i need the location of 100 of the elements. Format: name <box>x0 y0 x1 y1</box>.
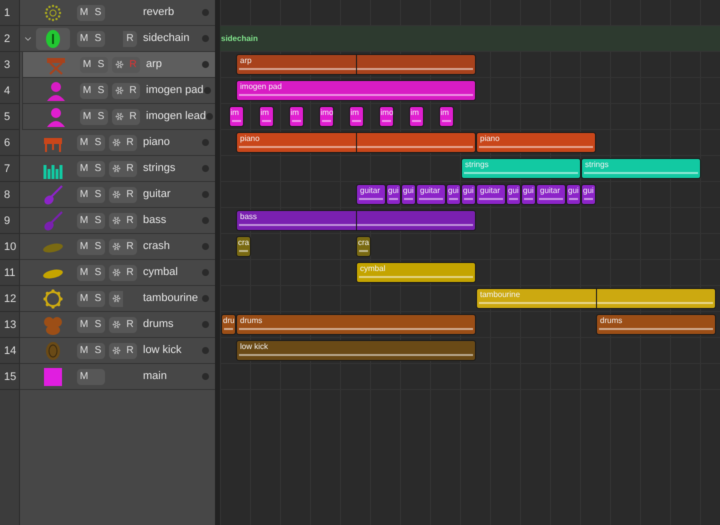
region[interactable]: drums <box>236 314 476 335</box>
region[interactable]: drums <box>596 314 716 335</box>
solo-button[interactable]: S <box>94 56 108 72</box>
region[interactable]: gui <box>446 184 461 205</box>
record-button[interactable]: R <box>123 316 137 332</box>
snowflake-icon <box>112 346 120 355</box>
region[interactable]: gui <box>461 184 476 205</box>
freeze-button[interactable] <box>109 212 123 228</box>
region[interactable]: gui <box>521 184 536 205</box>
freeze-button[interactable] <box>109 264 123 280</box>
record-button[interactable]: R <box>123 134 137 150</box>
mute-button[interactable]: M <box>77 4 91 20</box>
record-button[interactable]: R <box>126 82 140 98</box>
region[interactable]: im <box>348 106 364 127</box>
track-header[interactable]: M S R sidechain <box>20 26 215 52</box>
region[interactable]: im <box>408 106 424 127</box>
region[interactable]: low kick <box>236 340 476 361</box>
freeze-button[interactable] <box>109 238 123 254</box>
record-button[interactable]: R <box>123 186 137 202</box>
region[interactable]: gui <box>506 184 521 205</box>
region-label: strings <box>585 160 609 170</box>
region[interactable]: im <box>438 106 454 127</box>
mute-button[interactable]: M <box>80 56 94 72</box>
region-label: low kick <box>240 342 268 352</box>
region[interactable]: gui <box>581 184 596 205</box>
solo-button[interactable]: S <box>91 4 105 20</box>
solo-button[interactable]: S <box>91 316 105 332</box>
record-button[interactable]: R <box>123 342 137 358</box>
track-number: 13 <box>0 312 20 338</box>
freeze-button[interactable] <box>109 342 123 358</box>
record-button[interactable]: R <box>123 30 137 46</box>
region[interactable]: guitar <box>476 184 506 205</box>
mute-button[interactable]: M <box>77 264 91 280</box>
mute-button[interactable]: M <box>77 316 91 332</box>
region-label: gui <box>523 186 534 196</box>
solo-button[interactable]: S <box>91 30 105 46</box>
region[interactable]: arp <box>236 54 476 75</box>
mute-button[interactable]: M <box>77 30 91 46</box>
region-label: im <box>260 108 269 118</box>
solo-button[interactable]: S <box>91 238 105 254</box>
region-label: arp <box>240 56 252 66</box>
mute-button[interactable]: M <box>77 238 91 254</box>
mute-button[interactable]: M <box>77 212 91 228</box>
track-number: 2 <box>0 26 20 52</box>
region[interactable]: piano <box>236 132 476 153</box>
track-header[interactable]: M S R imogen pad <box>22 78 216 104</box>
record-button[interactable]: R <box>123 238 137 254</box>
region[interactable]: gui <box>386 184 401 205</box>
track-header[interactable]: M S R guitar <box>20 182 215 208</box>
region[interactable]: gui <box>566 184 581 205</box>
record-button[interactable]: R <box>123 264 137 280</box>
region[interactable]: imogen pad <box>236 80 476 101</box>
region[interactable]: gui <box>401 184 416 205</box>
solo-button[interactable]: S <box>91 186 105 202</box>
region[interactable]: piano <box>476 132 596 153</box>
region-label: gui <box>568 186 579 196</box>
region-label: bass <box>240 212 257 222</box>
solo-button[interactable]: S <box>91 212 105 228</box>
track-header[interactable]: M S tambourine <box>20 286 215 312</box>
track-header[interactable]: M S R bass <box>20 208 215 234</box>
freeze-button[interactable] <box>109 290 123 306</box>
freeze-button[interactable] <box>112 82 126 98</box>
freeze-button[interactable] <box>109 160 123 176</box>
region-label: gui <box>508 186 519 196</box>
region[interactable]: im <box>258 106 274 127</box>
mute-button[interactable]: M <box>77 134 91 150</box>
mute-button[interactable]: M <box>77 186 91 202</box>
region[interactable]: guitar <box>356 184 386 205</box>
record-button[interactable]: R <box>123 160 137 176</box>
mute-button[interactable]: M <box>77 290 91 306</box>
region[interactable]: dru <box>221 314 236 335</box>
region[interactable]: bass <box>236 210 476 231</box>
snowflake-icon <box>112 242 120 251</box>
solo-button[interactable]: S <box>94 108 108 124</box>
region-label: drums <box>240 316 262 326</box>
track-header[interactable]: M S R arp <box>22 52 215 78</box>
region[interactable]: cra <box>236 236 251 257</box>
solo-button[interactable]: S <box>91 342 105 358</box>
track-number: 12 <box>0 286 20 312</box>
mute-button[interactable]: M <box>77 342 91 358</box>
freeze-button[interactable] <box>109 186 123 202</box>
solo-button[interactable]: S <box>91 264 105 280</box>
solo-button[interactable]: S <box>91 160 105 176</box>
record-button[interactable]: R <box>123 212 137 228</box>
freeze-button[interactable] <box>112 108 126 124</box>
mute-button[interactable]: M <box>80 108 94 124</box>
region[interactable]: guitar <box>416 184 446 205</box>
region[interactable]: cra <box>356 236 371 257</box>
region[interactable]: im <box>228 106 244 127</box>
mute-button[interactable]: M <box>80 82 94 98</box>
freeze-button[interactable] <box>112 56 126 72</box>
freeze-button[interactable] <box>109 316 123 332</box>
solo-button[interactable]: S <box>94 82 108 98</box>
solo-button[interactable]: S <box>91 290 105 306</box>
region[interactable]: guitar <box>536 184 566 205</box>
mute-button[interactable]: M <box>77 160 91 176</box>
freeze-button[interactable] <box>109 134 123 150</box>
record-button[interactable]: R <box>126 108 140 124</box>
solo-button[interactable]: S <box>91 134 105 150</box>
region[interactable]: im <box>288 106 304 127</box>
